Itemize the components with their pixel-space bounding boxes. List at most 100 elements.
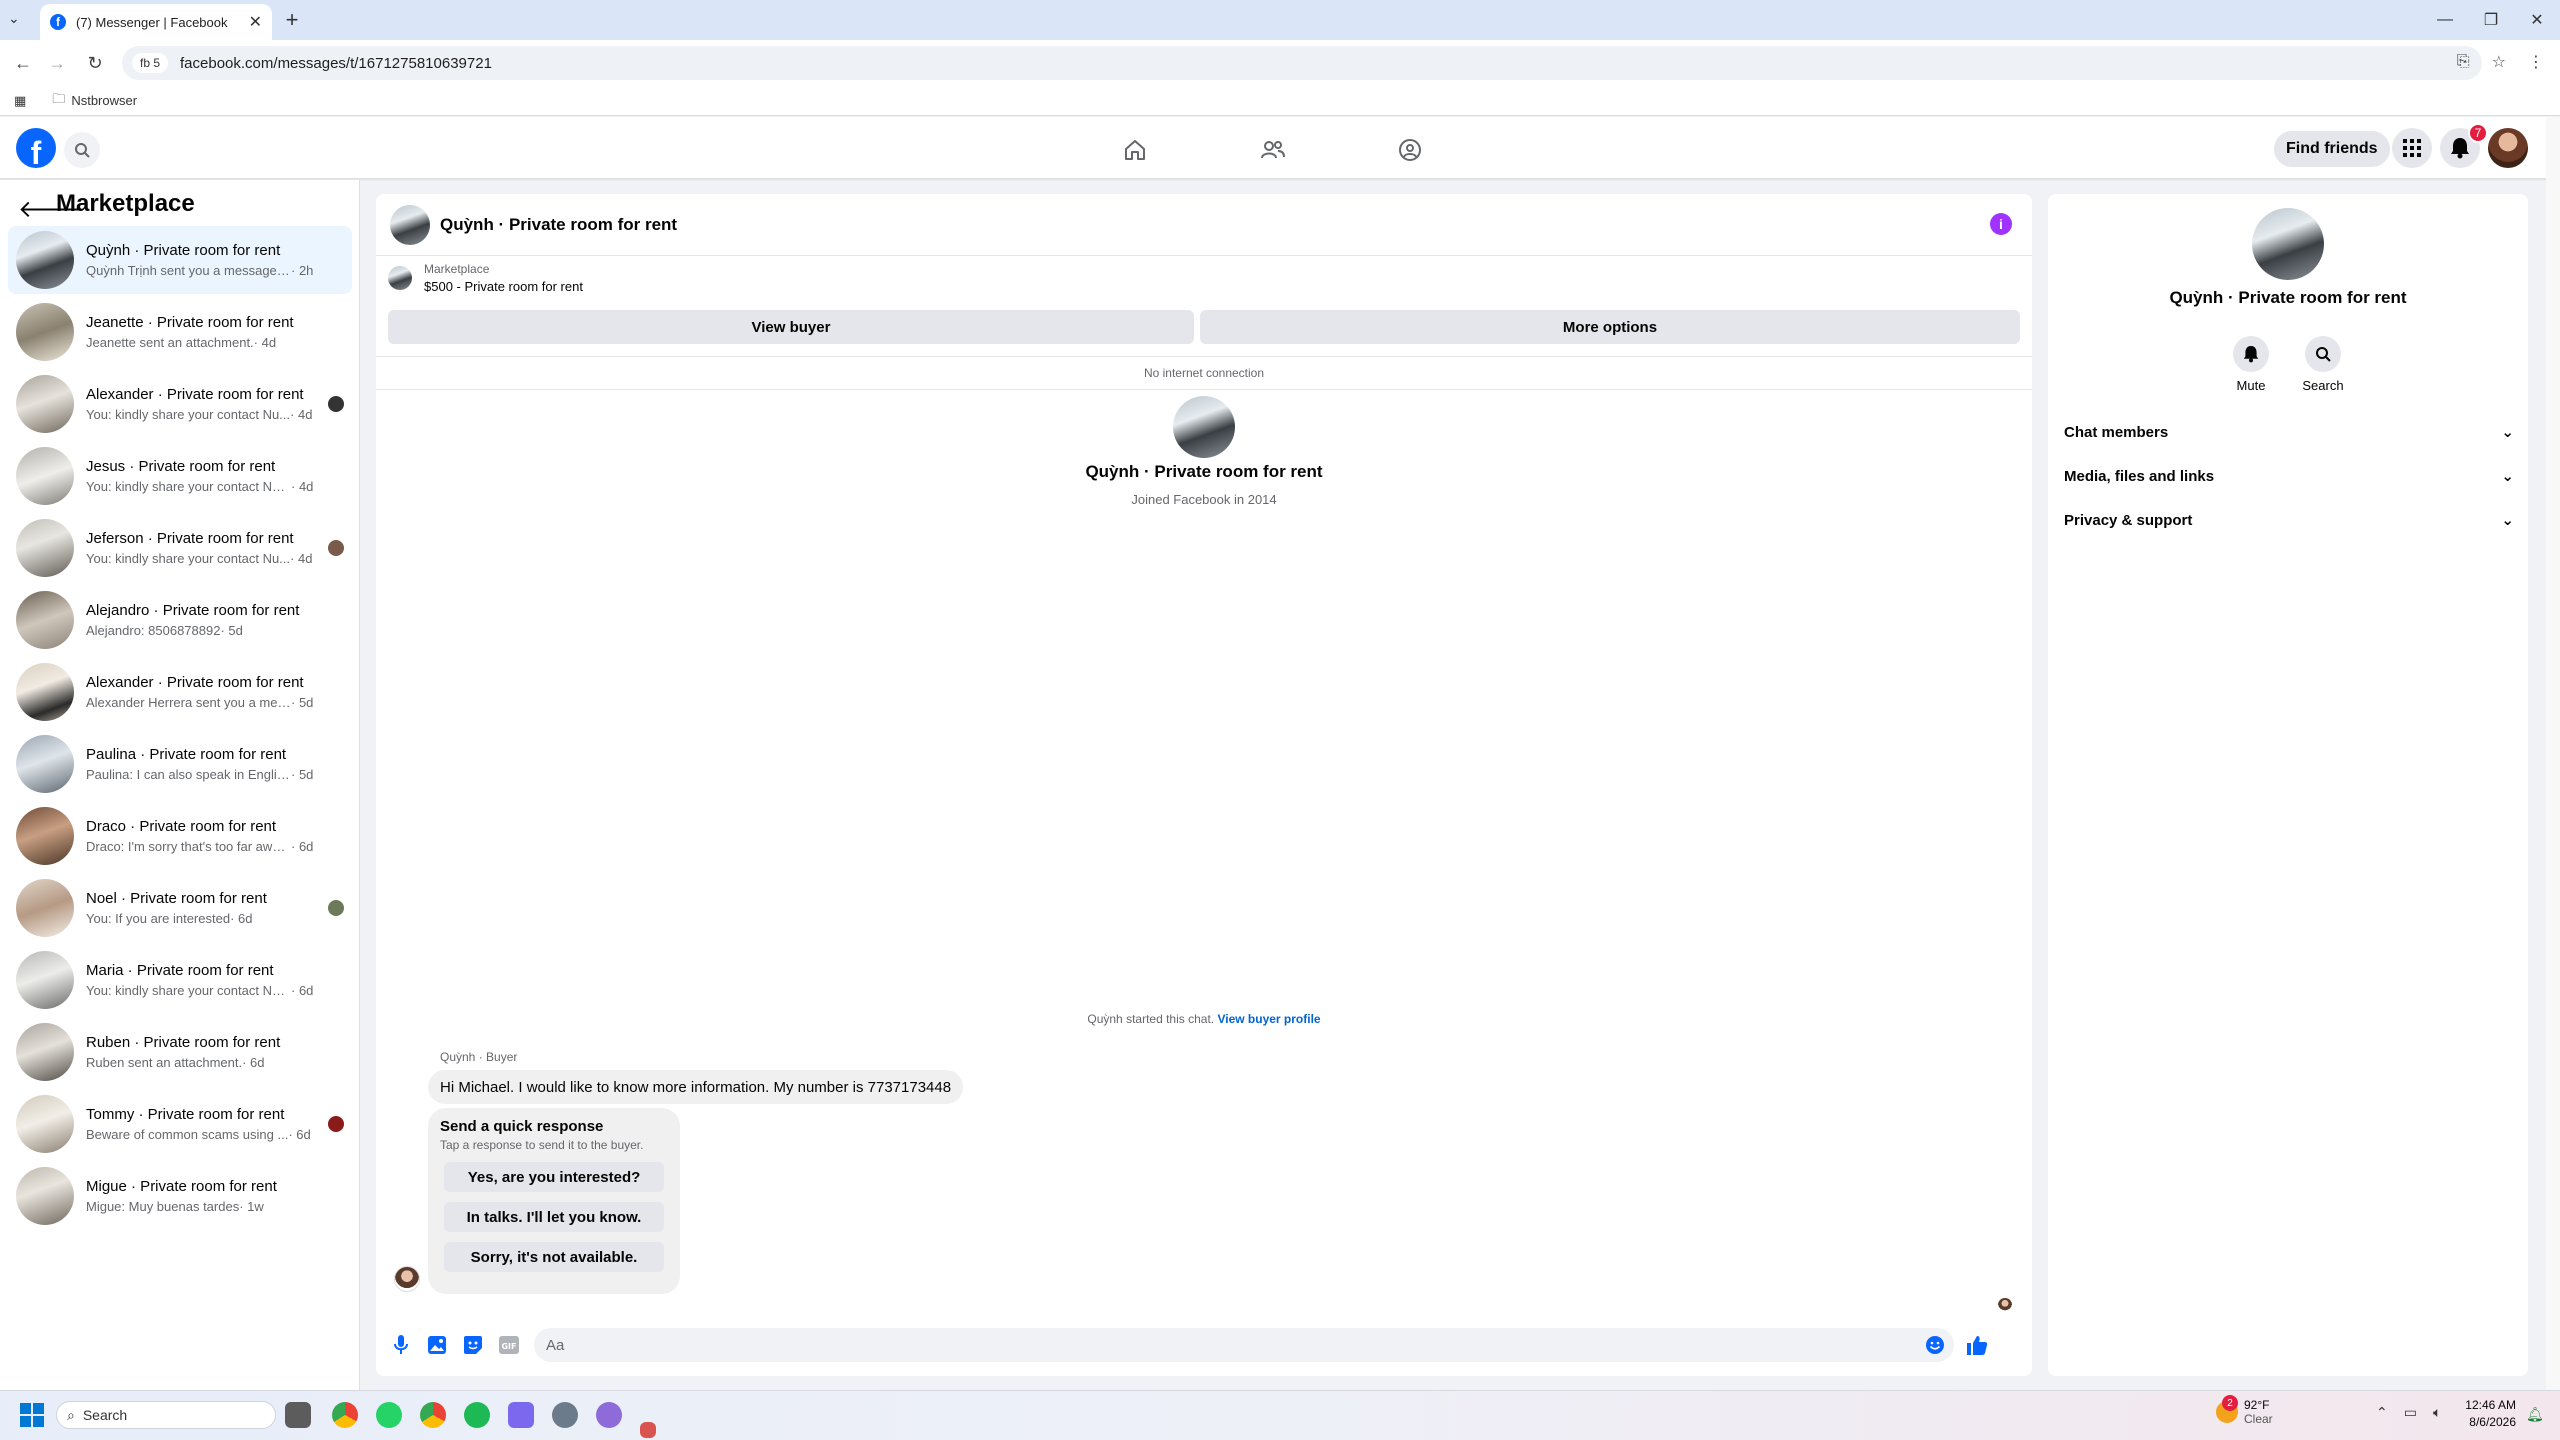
nstbrowser-icon[interactable] [596,1402,622,1428]
message-bubble[interactable]: Hi Michael. I would like to know more in… [428,1070,964,1104]
page-scrollbar[interactable] [2546,117,2560,1390]
home-icon[interactable] [1115,132,1155,168]
conversation-item[interactable]: Jeanette · Private room for rent Jeanette… [8,298,352,366]
chat-members-section[interactable]: Chat members ⌄ [2064,410,2514,454]
display-icon[interactable]: ▭ [2404,1404,2417,1421]
search-icon[interactable] [64,132,100,168]
task-view-icon[interactable] [285,1402,311,1428]
conversation-item[interactable]: Alexander · Private room for rent Alexand… [8,658,352,726]
conversation-info-icon[interactable]: i [1990,213,2012,235]
bookmark-nstbrowser[interactable]: Nstbrowser [71,93,137,108]
close-window-icon[interactable]: ✕ [2514,10,2560,30]
folder-icon: 🗀 [52,90,66,106]
bookmark-star-icon[interactable]: ☆ [2492,52,2506,72]
photo-icon[interactable] [426,1334,448,1356]
account-avatar[interactable] [2488,128,2528,168]
back-arrow-icon[interactable]: ← [12,52,34,74]
reload-icon[interactable]: ↻ [84,52,106,74]
conversation-item[interactable]: Quỳnh · Private room for rent Quỳnh Trịnh… [8,226,352,294]
search-icon[interactable] [2305,336,2341,372]
menu-grid-icon[interactable] [2392,128,2432,168]
chat-header-avatar[interactable] [390,204,430,245]
quick-reply-not-available[interactable]: Sorry, it's not available. [444,1242,664,1272]
taskbar-search[interactable]: ⌕ Search [56,1401,276,1429]
conversation-name: Alexander · Private room for rent [86,674,304,691]
search-action[interactable]: Search [2293,336,2353,393]
conversation-avatar [16,231,74,289]
conversation-item[interactable]: Migue · Private room for rent Migue: Muy … [8,1162,352,1230]
privacy-support-section[interactable]: Privacy & support ⌄ [2064,498,2514,542]
forward-arrow-icon[interactable]: → [46,52,68,74]
groups-icon[interactable] [1390,132,1430,168]
thumbs-up-icon[interactable] [1966,1334,1988,1356]
more-options-button[interactable]: More options [1200,310,2020,344]
site-info-chip[interactable]: fb 5 [132,53,169,73]
conversation-avatar [16,1023,74,1081]
conversation-time: · 6d [230,911,253,926]
conversation-snippet: Jeanette sent an attachment. [86,335,254,350]
conversation-item[interactable]: Draco · Private room for rent Draco: I'm … [8,802,352,870]
chrome-profile-icon[interactable] [420,1402,446,1428]
view-buyer-profile-link[interactable]: View buyer profile [1217,1012,1320,1026]
conversation-snippet: Paulina: I can also speak in English, ..… [86,767,291,782]
active-app-icon[interactable] [640,1422,656,1438]
url-text[interactable]: facebook.com/messages/t/1671275810639721 [180,55,492,72]
address-bar[interactable]: fb 5 facebook.com/messages/t/16712758106… [122,46,2482,80]
conversation-preview: You: kindly share your contact Numb... ·… [86,479,344,494]
bell-icon[interactable] [2233,336,2269,372]
chat-title[interactable]: Quỳnh · Private room for rent [440,215,677,235]
quick-reply-interested[interactable]: Yes, are you interested? [444,1162,664,1192]
chrome-icon[interactable] [332,1402,358,1428]
conversation-preview: You: If you are interested · 6d [86,911,322,926]
microphone-icon[interactable] [390,1334,412,1356]
conversation-item[interactable]: Alexander · Private room for rent You: ki… [8,370,352,438]
buyer-avatar[interactable] [394,1266,420,1292]
friends-icon[interactable] [1253,132,1293,168]
gif-icon[interactable]: GIF [498,1334,520,1356]
apps-grid-icon[interactable]: ▦ [14,93,26,109]
conversation-item[interactable]: Alejandro · Private room for rent Alejand… [8,586,352,654]
restore-icon[interactable]: ❐ [2468,10,2514,30]
windows-start-icon[interactable] [20,1403,44,1427]
no-internet-banner: No internet connection [376,356,2032,390]
message-input[interactable]: Aa [534,1328,1954,1362]
conversation-name: Migue · Private room for rent [86,1178,277,1195]
chevron-up-icon[interactable]: ⌃ [2376,1404,2388,1421]
quick-reply-in-talks[interactable]: In talks. I'll let you know. [444,1202,664,1232]
app-icon[interactable] [508,1402,534,1428]
browser-tab-messenger[interactable]: f (7) Messenger | Facebook ✕ [40,4,272,40]
view-buyer-button[interactable]: View buyer [388,310,1194,344]
close-tab-icon[interactable]: ✕ [249,12,262,32]
install-app-icon[interactable]: ⎘ [2457,53,2470,71]
conversation-item[interactable]: Maria · Private room for rent You: kindly… [8,946,352,1014]
minimize-icon[interactable]: — [2422,11,2468,29]
settings-gear-icon[interactable] [552,1402,578,1428]
conversation-item[interactable]: Jesus · Private room for rent You: kindly… [8,442,352,510]
notification-bell-icon[interactable]: 🔔︎ [2526,1406,2544,1423]
conversation-item[interactable]: Paulina · Private room for rent Paulina: … [8,730,352,798]
volume-icon[interactable]: 🔈︎ [2433,1404,2441,1421]
new-tab-button[interactable]: + [280,7,304,32]
find-friends-button[interactable]: Find friends [2274,131,2390,167]
conversation-text: Alexander · Private room for rent Alexand… [86,674,344,710]
mute-label: Mute [2236,378,2266,393]
conversation-item[interactable]: Tommy · Private room for rent Beware of c… [8,1090,352,1158]
taskbar-clock[interactable]: 12:46 AM 8/6/2026 [2456,1398,2516,1429]
sticker-icon[interactable] [462,1334,484,1356]
media-files-links-section[interactable]: Media, files and links ⌄ [2064,454,2514,498]
facebook-logo-icon[interactable]: f [16,128,56,168]
conversation-item[interactable]: Ruben · Private room for rent Ruben sent … [8,1018,352,1086]
conversation-item[interactable]: Jeferson · Private room for rent You: kin… [8,514,352,582]
listing-summary[interactable]: Marketplace $500 - Private room for rent [388,262,583,294]
mute-action[interactable]: Mute [2221,336,2281,393]
whatsapp-icon[interactable] [376,1402,402,1428]
buyer-profile-picture[interactable] [1173,396,1235,458]
emoji-icon[interactable] [1924,1334,1946,1356]
spotify-icon[interactable] [464,1402,490,1428]
weather-widget[interactable]: 2 92°F Clear [2216,1395,2273,1426]
conversation-name: Jesus · Private room for rent [86,458,276,475]
browser-menu-icon[interactable]: ⋮ [2528,52,2544,72]
conversation-item[interactable]: Noel · Private room for rent You: If you … [8,874,352,942]
details-profile-picture[interactable] [2252,208,2324,280]
tab-search-chevron-icon[interactable]: ⌄ [8,10,20,27]
